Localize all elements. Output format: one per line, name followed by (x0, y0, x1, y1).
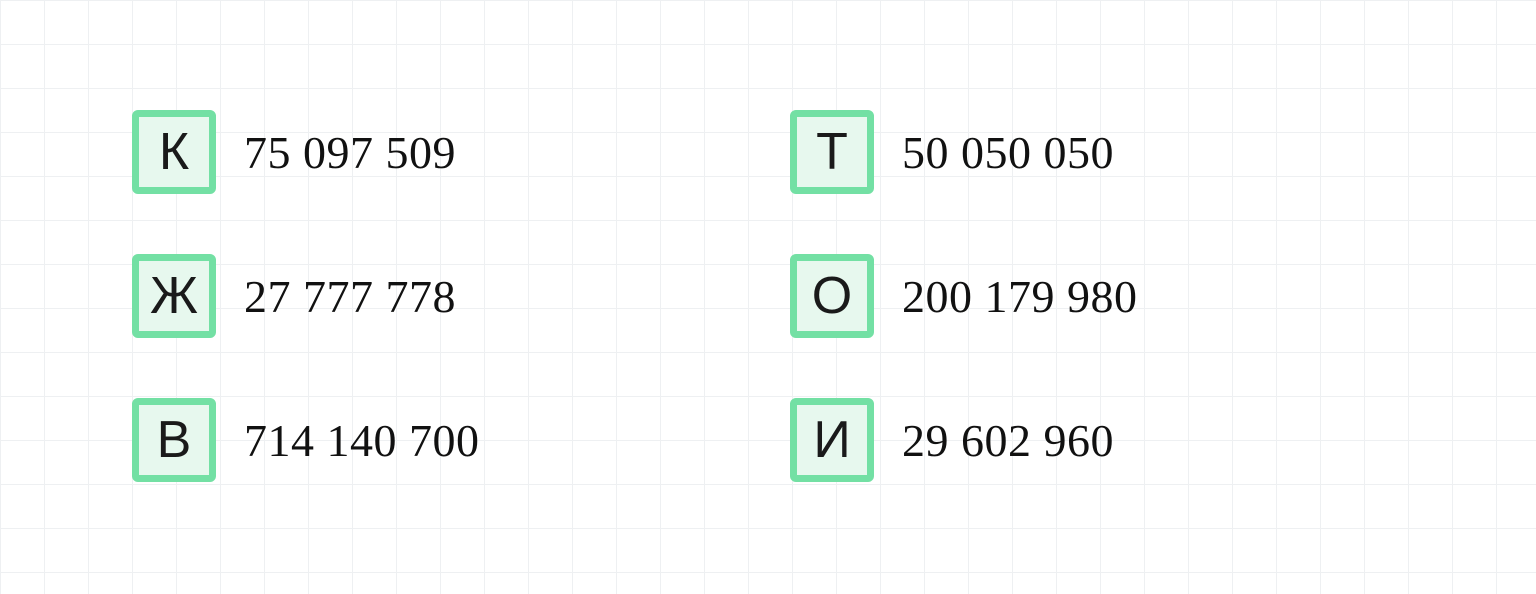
letter-tile: К (132, 110, 216, 194)
list-item: Т 50 050 050 (790, 110, 1138, 194)
number-value: 27 777 778 (244, 270, 456, 323)
letter-tile: Т (790, 110, 874, 194)
list-item: К 75 097 509 (132, 110, 480, 194)
left-column: К 75 097 509 Ж 27 777 778 В 714 140 700 (132, 110, 480, 482)
number-value: 29 602 960 (902, 414, 1114, 467)
letter-tile: В (132, 398, 216, 482)
number-value: 50 050 050 (902, 126, 1114, 179)
letter-tile: О (790, 254, 874, 338)
number-value: 75 097 509 (244, 126, 456, 179)
list-item: О 200 179 980 (790, 254, 1138, 338)
letter-tile: И (790, 398, 874, 482)
list-item: И 29 602 960 (790, 398, 1138, 482)
list-item: В 714 140 700 (132, 398, 480, 482)
list-item: Ж 27 777 778 (132, 254, 480, 338)
number-value: 714 140 700 (244, 414, 480, 467)
right-column: Т 50 050 050 О 200 179 980 И 29 602 960 (790, 110, 1138, 482)
letter-tile: Ж (132, 254, 216, 338)
number-value: 200 179 980 (902, 270, 1138, 323)
